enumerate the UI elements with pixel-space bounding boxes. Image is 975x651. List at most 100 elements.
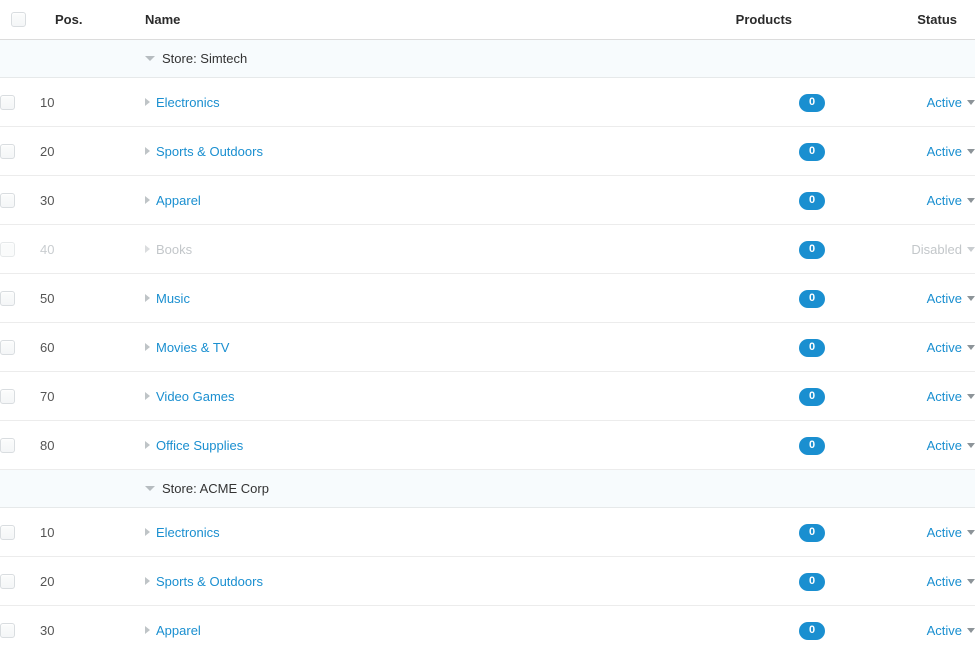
- group-label-cell[interactable]: Store: ACME Corp: [145, 469, 680, 509]
- caret-down-icon[interactable]: [967, 442, 975, 448]
- products-count-badge[interactable]: 0: [799, 523, 825, 542]
- table-row[interactable]: 50 Music 0 Active: [0, 273, 975, 324]
- chevron-right-icon[interactable]: [145, 577, 150, 586]
- table-row[interactable]: 60 Movies & TV 0 Active: [0, 322, 975, 373]
- row-checkbox[interactable]: [0, 242, 15, 258]
- row-position[interactable]: 20: [40, 126, 145, 177]
- products-count-badge[interactable]: 0: [799, 572, 825, 591]
- row-name-cell: Apparel: [145, 605, 680, 651]
- row-checkbox[interactable]: [0, 193, 15, 209]
- products-count-badge[interactable]: 0: [799, 142, 825, 161]
- caret-down-icon[interactable]: [967, 197, 975, 203]
- status-dropdown[interactable]: Active: [927, 291, 962, 306]
- products-count-badge[interactable]: 0: [799, 621, 825, 640]
- products-count-badge[interactable]: 0: [799, 191, 825, 210]
- products-count-badge[interactable]: 0: [799, 93, 825, 112]
- row-position[interactable]: 50: [40, 273, 145, 324]
- row-position[interactable]: 40: [40, 224, 145, 275]
- row-checkbox[interactable]: [0, 389, 15, 405]
- status-dropdown[interactable]: Active: [927, 438, 962, 453]
- caret-down-icon[interactable]: [967, 246, 975, 252]
- category-name-link[interactable]: Electronics: [156, 525, 220, 540]
- chevron-right-icon[interactable]: [145, 528, 150, 537]
- status-dropdown[interactable]: Active: [927, 525, 962, 540]
- status-dropdown[interactable]: Active: [927, 623, 962, 638]
- status-dropdown[interactable]: Active: [927, 144, 962, 159]
- chevron-right-icon[interactable]: [145, 245, 150, 254]
- products-count-badge[interactable]: 0: [799, 387, 825, 406]
- chevron-down-icon[interactable]: [145, 486, 155, 492]
- category-name-link[interactable]: Electronics: [156, 95, 220, 110]
- row-position[interactable]: 20: [40, 556, 145, 607]
- column-header-products[interactable]: Products: [680, 0, 825, 41]
- status-dropdown[interactable]: Active: [927, 193, 962, 208]
- caret-down-icon[interactable]: [967, 529, 975, 535]
- category-name-link[interactable]: Music: [156, 291, 190, 306]
- table-row[interactable]: 10 Electronics 0 Active: [0, 77, 975, 128]
- row-checkbox[interactable]: [0, 340, 15, 356]
- row-position[interactable]: 80: [40, 420, 145, 471]
- row-position[interactable]: 70: [40, 371, 145, 422]
- chevron-right-icon[interactable]: [145, 147, 150, 156]
- caret-down-icon[interactable]: [967, 295, 975, 301]
- table-row[interactable]: 30 Apparel 0 Active: [0, 605, 975, 651]
- select-all-checkbox[interactable]: [11, 12, 26, 28]
- row-checkbox[interactable]: [0, 623, 15, 639]
- status-dropdown[interactable]: Active: [927, 340, 962, 355]
- row-position[interactable]: 30: [40, 175, 145, 226]
- status-dropdown[interactable]: Active: [927, 95, 962, 110]
- caret-down-icon[interactable]: [967, 627, 975, 633]
- chevron-right-icon[interactable]: [145, 392, 150, 401]
- chevron-right-icon[interactable]: [145, 626, 150, 635]
- chevron-down-icon[interactable]: [145, 56, 155, 62]
- caret-down-icon[interactable]: [967, 393, 975, 399]
- table-row[interactable]: 20 Sports & Outdoors 0 Active: [0, 126, 975, 177]
- status-dropdown[interactable]: Active: [927, 389, 962, 404]
- row-checkbox[interactable]: [0, 95, 15, 111]
- chevron-right-icon[interactable]: [145, 98, 150, 107]
- category-name-link[interactable]: Apparel: [156, 623, 201, 638]
- table-row[interactable]: 10 Electronics 0 Active: [0, 507, 975, 558]
- row-checkbox[interactable]: [0, 144, 15, 160]
- category-name-link[interactable]: Sports & Outdoors: [156, 144, 263, 159]
- caret-down-icon[interactable]: [967, 344, 975, 350]
- table-row[interactable]: 40 Books 0 Disabled: [0, 224, 975, 275]
- products-count-badge[interactable]: 0: [799, 338, 825, 357]
- table-row[interactable]: 80 Office Supplies 0 Active: [0, 420, 975, 471]
- column-header-status[interactable]: Status: [825, 0, 975, 41]
- store-group-row[interactable]: Store: ACME Corp: [0, 469, 975, 509]
- chevron-right-icon[interactable]: [145, 343, 150, 352]
- category-name-link[interactable]: Books: [156, 242, 192, 257]
- chevron-right-icon[interactable]: [145, 196, 150, 205]
- products-count-badge[interactable]: 0: [799, 240, 825, 259]
- category-name-link[interactable]: Movies & TV: [156, 340, 229, 355]
- row-checkbox[interactable]: [0, 574, 15, 590]
- row-position[interactable]: 10: [40, 77, 145, 128]
- status-dropdown[interactable]: Disabled: [911, 242, 962, 257]
- products-count-badge[interactable]: 0: [799, 436, 825, 455]
- products-count-badge[interactable]: 0: [799, 289, 825, 308]
- category-name-link[interactable]: Video Games: [156, 389, 235, 404]
- category-name-link[interactable]: Apparel: [156, 193, 201, 208]
- chevron-right-icon[interactable]: [145, 294, 150, 303]
- caret-down-icon[interactable]: [967, 578, 975, 584]
- row-position[interactable]: 60: [40, 322, 145, 373]
- table-row[interactable]: 20 Sports & Outdoors 0 Active: [0, 556, 975, 607]
- table-row[interactable]: 70 Video Games 0 Active: [0, 371, 975, 422]
- column-header-position[interactable]: Pos.: [40, 0, 145, 41]
- table-row[interactable]: 30 Apparel 0 Active: [0, 175, 975, 226]
- row-checkbox[interactable]: [0, 525, 15, 541]
- row-position[interactable]: 30: [40, 605, 145, 651]
- caret-down-icon[interactable]: [967, 99, 975, 105]
- status-dropdown[interactable]: Active: [927, 574, 962, 589]
- store-group-row[interactable]: Store: Simtech: [0, 39, 975, 79]
- category-name-link[interactable]: Office Supplies: [156, 438, 243, 453]
- category-name-link[interactable]: Sports & Outdoors: [156, 574, 263, 589]
- group-label-cell[interactable]: Store: Simtech: [145, 39, 680, 79]
- caret-down-icon[interactable]: [967, 148, 975, 154]
- row-checkbox[interactable]: [0, 438, 15, 454]
- row-position[interactable]: 10: [40, 507, 145, 558]
- row-checkbox[interactable]: [0, 291, 15, 307]
- column-header-name[interactable]: Name: [145, 0, 680, 41]
- chevron-right-icon[interactable]: [145, 441, 150, 450]
